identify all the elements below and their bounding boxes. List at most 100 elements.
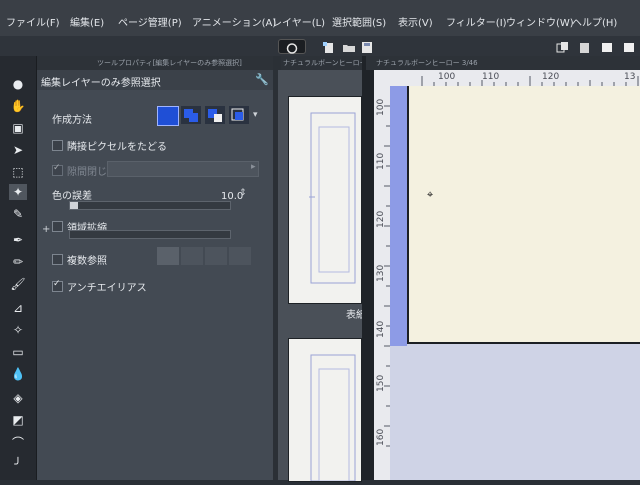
multi-reference-checkbox[interactable] xyxy=(52,254,63,265)
clip-studio-icon[interactable] xyxy=(278,39,306,54)
panel-title: 編集レイヤーのみ参照選択 xyxy=(41,78,161,89)
intersect-selection-button[interactable] xyxy=(229,106,249,124)
gradient-tool-icon[interactable]: ◩ xyxy=(9,412,27,428)
canvas-tab[interactable]: ナチュラルボーンヒーロー 3/46 xyxy=(366,56,640,70)
eyedropper-tool-icon[interactable]: ✎ xyxy=(9,206,27,222)
eraser-tool-icon[interactable]: ▭ xyxy=(9,344,27,360)
canvas-paper[interactable]: ⌖ xyxy=(407,86,640,344)
ruler-label-v110: 110 xyxy=(376,152,386,170)
ruler-horizontal: 100 110 120 13 xyxy=(374,70,640,86)
decoration-tool-icon[interactable]: ✧ xyxy=(9,322,27,338)
menu-window[interactable]: ウィンドウ(W) xyxy=(506,14,574,29)
open-folder-icon[interactable] xyxy=(342,39,356,52)
close-gap-levels[interactable] xyxy=(107,161,259,177)
tool-property-tab[interactable]: ツールプロパティ[編集レイヤーのみ参照選択] xyxy=(37,56,273,70)
clear-icon[interactable] xyxy=(600,39,614,52)
ruler-vertical: 100 110 120 130 140 150 160 xyxy=(374,86,390,480)
add-selection-button[interactable] xyxy=(181,106,201,124)
copy-icon[interactable] xyxy=(556,39,570,53)
navigator-tab-label: ナチュラルボーンヒーロー xyxy=(283,59,367,67)
blend-tool-icon[interactable]: 💧 xyxy=(9,366,27,382)
canvas-tab-label: ナチュラルボーンヒーロー 3/46 xyxy=(376,59,478,67)
thumbnail-frame-lines xyxy=(309,112,356,284)
menu-file[interactable]: ファイル(F) xyxy=(6,14,60,29)
ruler-label-100: 100 xyxy=(438,72,456,82)
menu-edit[interactable]: 編集(E) xyxy=(70,14,104,29)
expand-area-slider[interactable] xyxy=(69,230,231,239)
ruler-horizontal-ticks xyxy=(421,76,639,86)
ref-all-layers-button[interactable] xyxy=(157,247,179,265)
thumbnail-frame-lines-2 xyxy=(310,354,356,482)
ref-folder-button[interactable] xyxy=(229,247,251,265)
plus-icon[interactable]: + xyxy=(42,224,50,235)
trace-adjacent-checkbox[interactable] xyxy=(52,140,63,151)
brush-tool-icon[interactable]: 🖌 xyxy=(9,276,27,292)
stepper-icon[interactable]: ⇕ xyxy=(239,188,247,198)
subtract-selection-button[interactable] xyxy=(205,106,225,124)
antialias-checkbox[interactable] xyxy=(52,279,63,292)
creation-method-label: 作成方法 xyxy=(52,115,92,126)
new-selection-button[interactable] xyxy=(157,106,179,126)
ruler-label-v160: 160 xyxy=(376,428,386,446)
chevron-down-icon[interactable]: ▾ xyxy=(253,110,258,120)
ruler-label-110: 110 xyxy=(482,72,500,82)
wrench-icon[interactable]: 🔧 xyxy=(255,73,269,86)
tool-property-header: 編集レイヤーのみ参照選択 🔧 xyxy=(37,70,273,90)
paste-icon[interactable] xyxy=(578,39,592,53)
pencil-tool-icon[interactable]: ✏ xyxy=(9,254,27,270)
multi-reference-label: 複数参照 xyxy=(67,256,107,267)
menu-bar: ファイル(F) 編集(E) ページ管理(P) アニメーション(A) レイヤー(L… xyxy=(0,0,640,36)
menu-layer[interactable]: レイヤー(L) xyxy=(272,14,325,29)
color-margin-slider-fill xyxy=(70,202,78,209)
ruler-label-130: 13 xyxy=(624,72,636,82)
navigator-panel: 表紙 xyxy=(278,70,366,482)
color-margin-slider[interactable] xyxy=(69,201,231,210)
canvas-separator xyxy=(362,56,374,480)
selection-tool-icon[interactable]: ⬚ xyxy=(9,164,27,180)
canvas-margin-bar xyxy=(390,86,407,346)
color-margin-label: 色の誤差 xyxy=(52,191,92,202)
chevron-right-icon[interactable]: ▸ xyxy=(251,162,256,172)
ruler-label-v120: 120 xyxy=(376,210,386,228)
save-icon[interactable] xyxy=(360,39,374,53)
close-gap-checkbox[interactable] xyxy=(52,163,63,176)
tool-property-tab-label: ツールプロパティ[編集レイヤーのみ参照選択] xyxy=(97,59,242,67)
menu-help[interactable]: ヘルプ(H) xyxy=(572,14,617,29)
ruler-label-v140: 140 xyxy=(376,320,386,338)
command-bar xyxy=(0,36,640,57)
menu-animation[interactable]: アニメーション(A) xyxy=(192,14,276,29)
menu-filter[interactable]: フィルター(I) xyxy=(446,14,507,29)
auto-select-tool-icon[interactable]: ✦ xyxy=(9,184,27,200)
move-cursor-icon: ⌖ xyxy=(427,188,434,201)
antialias-label: アンチエイリアス xyxy=(67,283,147,294)
ruler-label-v150: 150 xyxy=(376,374,386,392)
ruler-label-v130: 130 xyxy=(376,264,386,282)
expand-area-checkbox[interactable] xyxy=(52,221,63,232)
page-thumbnail-2[interactable] xyxy=(288,338,362,482)
ref-selected-layer-button[interactable] xyxy=(205,247,227,265)
navigator-tab[interactable]: ナチュラルボーンヒーロー xyxy=(281,56,367,70)
frame-tool-icon[interactable]: ╯ xyxy=(9,456,27,472)
hand-tool-icon[interactable]: ✋ xyxy=(9,98,27,114)
menu-selection[interactable]: 選択範囲(S) xyxy=(332,14,386,29)
close-gap-label: 隙間閉じ xyxy=(67,167,107,178)
menu-view[interactable]: 表示(V) xyxy=(398,14,433,29)
fill-tool-icon[interactable]: ◈ xyxy=(9,390,27,406)
fill-icon[interactable] xyxy=(622,39,636,52)
ref-layer-button[interactable] xyxy=(181,247,203,265)
menu-page-management[interactable]: ページ管理(P) xyxy=(118,14,182,29)
tool-bar: ● ✋ ▣ ➤ ⬚ ✦ ✎ ✒ ✏ 🖌 ⊿ ✧ ▭ 💧 ◈ ◩ ⌒ ╯ xyxy=(0,56,37,480)
page-thumbnail[interactable] xyxy=(288,96,362,304)
trace-adjacent-label: 隣接ピクセルをたどる xyxy=(67,142,167,153)
magnifier-tool-icon[interactable]: ● xyxy=(9,76,27,92)
operation-tool-icon[interactable]: ➤ xyxy=(9,142,27,158)
figure-tool-icon[interactable]: ⌒ xyxy=(9,434,27,450)
ruler-label-v100: 100 xyxy=(376,98,386,116)
ruler-vertical-ticks xyxy=(384,105,390,447)
new-file-icon[interactable] xyxy=(322,39,336,53)
object-tool-icon[interactable]: ▣ xyxy=(9,120,27,136)
pen-tool-icon[interactable]: ✒ xyxy=(9,232,27,248)
airbrush-tool-icon[interactable]: ⊿ xyxy=(9,300,27,316)
ruler-label-120: 120 xyxy=(542,72,560,82)
tool-property-panel: 作成方法 ▾ 隣接ピクセルをたどる 隙間閉じ ▸ 色の誤差 10.0 ⇕ + 領… xyxy=(37,90,273,480)
